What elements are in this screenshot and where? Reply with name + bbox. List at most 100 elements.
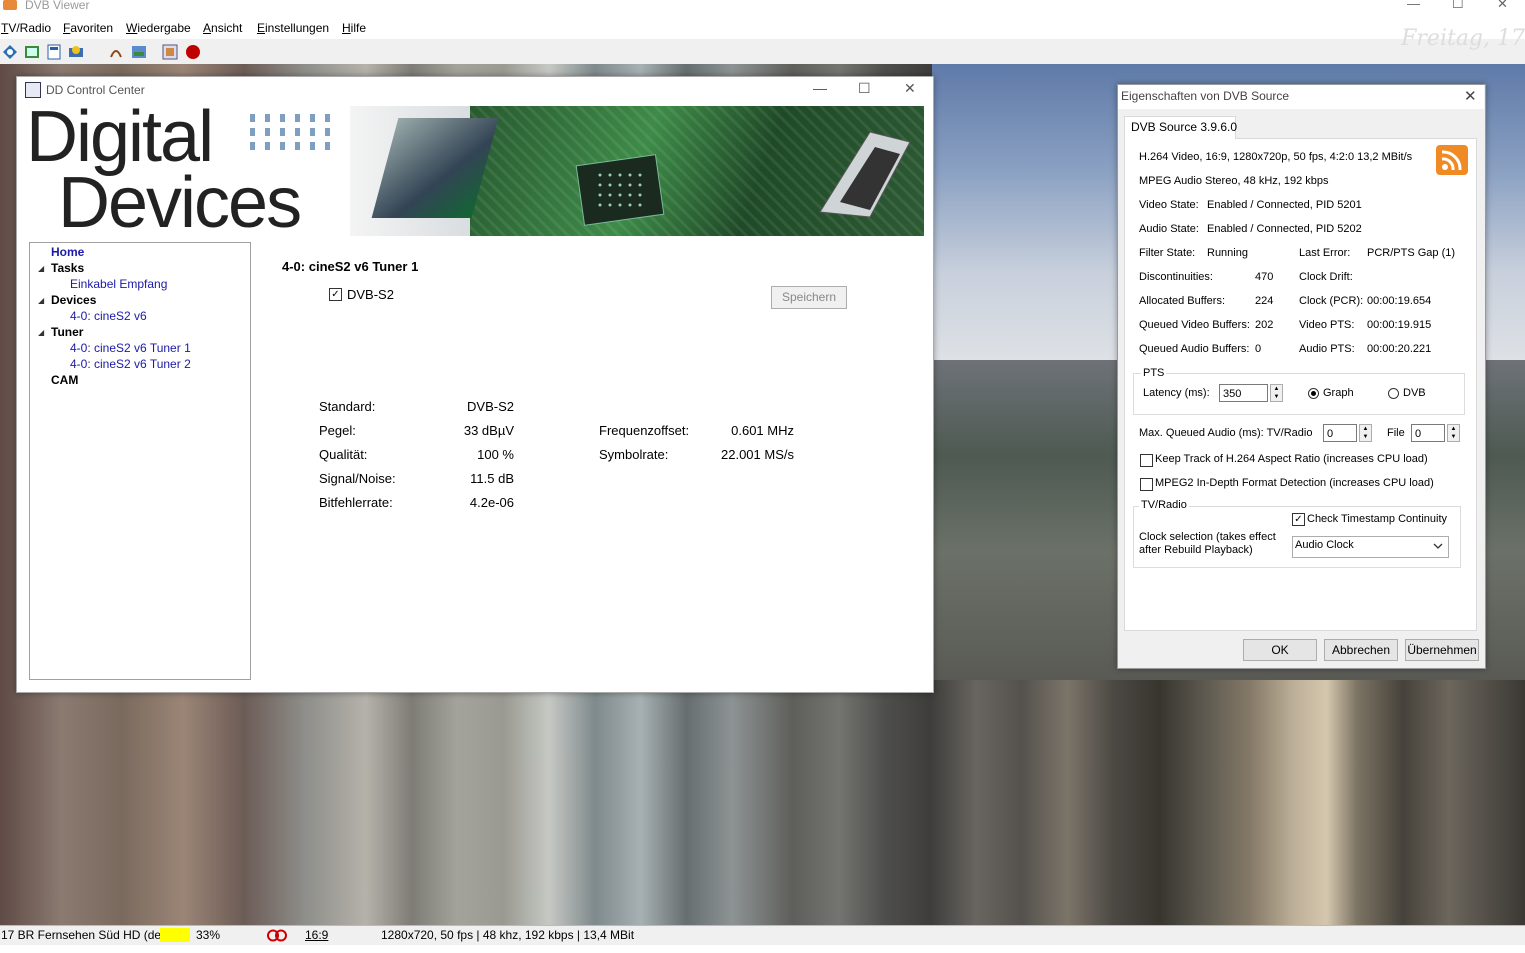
aspect-ratio[interactable]: 16:9 [305,928,328,942]
epg-icon[interactable] [24,44,40,60]
chevron-down-icon [1433,543,1443,549]
minimize-icon[interactable]: — [1407,0,1420,11]
clock-drift-label: Clock Drift: [1299,271,1353,283]
tree-item-einkabel[interactable]: Einkabel Empfang [70,277,167,291]
clock-pcr-value: 00:00:19.654 [1367,295,1432,307]
freq-offset-value: 0.601 MHz [731,423,794,438]
menu-ansicht[interactable]: Ansicht [203,21,242,35]
file-label: File [1387,427,1405,439]
symbolrate-label: Symbolrate: [599,447,669,462]
props-close-icon[interactable]: ✕ [1464,87,1477,105]
expand-tasks-icon[interactable]: ◢ [38,264,44,273]
menu-favoriten[interactable]: Favoriten [63,21,113,35]
discontinuities-label: Discontinuities: [1139,271,1213,283]
apply-button[interactable]: Übernehmen [1405,639,1479,661]
maximize-icon[interactable]: ☐ [1452,0,1464,12]
signal-level-bar [160,928,190,942]
status-bar [0,925,1525,946]
radio-dvb[interactable] [1388,388,1399,399]
media-icon[interactable] [162,44,178,60]
pegel-value: 33 dBµV [463,423,514,438]
queued-video-label: Queued Video Buffers: [1139,319,1250,331]
ber-value: 4.2e-06 [469,495,514,510]
keep-track-label: Keep Track of H.264 Aspect Ratio (increa… [1155,453,1428,465]
expand-tuner-icon[interactable]: ◢ [38,328,44,337]
tree-item-cam[interactable]: CAM [51,373,78,387]
expand-devices-icon[interactable]: ◢ [38,296,44,305]
picture-icon[interactable] [131,44,147,60]
clock-selection-label-1: Clock selection (takes effect [1139,531,1276,543]
props-title: Eigenschaften von DVB Source [1121,89,1290,103]
radio-graph-label: Graph [1323,387,1354,399]
close-icon[interactable]: ✕ [1497,0,1508,12]
osd-icon[interactable] [68,44,84,60]
keep-track-checkbox[interactable] [1140,454,1153,467]
max-queued-audio-input[interactable]: 0 [1323,424,1357,442]
tree-item-devices[interactable]: Devices [51,293,96,307]
audio-pts-label: Audio PTS: [1299,343,1355,355]
navigation-tree [29,242,251,680]
menu-hilfe[interactable]: Hilfe [342,21,366,35]
latency-spinner[interactable]: ▲ ▼ [1270,384,1283,402]
check-timestamp-label: Check Timestamp Continuity [1307,513,1447,525]
video-info: H.264 Video, 16:9, 1280x720p, 50 fps, 4:… [1139,151,1413,163]
check-timestamp-checkbox[interactable]: ✓ [1292,513,1305,526]
snr-label: Signal/Noise: [319,471,396,486]
video-pts-label: Video PTS: [1299,319,1355,331]
mpeg2-detect-label: MPEG2 In-Depth Format Detection (increas… [1155,477,1434,489]
tree-item-device[interactable]: 4-0: cineS2 v6 [70,309,147,323]
mpeg2-detect-checkbox[interactable] [1140,478,1153,491]
symbolrate-value: 22.001 MS/s [721,447,794,462]
app-title: DVB Viewer [25,0,90,12]
menu-tvradio[interactable]: TV/Radio [1,21,51,35]
window-icon[interactable] [46,44,62,60]
cancel-button[interactable]: Abbrechen [1324,639,1398,661]
radio-graph[interactable] [1308,388,1319,399]
max-queued-audio-label: Max. Queued Audio (ms): TV/Radio [1139,427,1313,439]
pegel-label: Pegel: [319,423,356,438]
video-state-value: Enabled / Connected, PID 5201 [1207,199,1362,211]
ddcc-maximize-icon[interactable]: ☐ [858,80,871,97]
ddcc-close-icon[interactable]: ✕ [904,80,916,97]
dvbs2-checkbox[interactable]: ✓ [329,288,342,301]
clock-pcr-label: Clock (PCR): [1299,295,1364,307]
menu-wiedergabe[interactable]: Wiedergabe [126,21,191,35]
latency-input[interactable]: 350 [1219,384,1268,402]
ber-label: Bitfehlerrate: [319,495,393,510]
allocated-buffers-value: 224 [1255,295,1274,307]
save-button[interactable]: Speichern [771,286,847,309]
teletext-icon[interactable] [108,44,124,60]
menu-einstellungen[interactable]: Einstellungen [257,21,329,35]
tree-item-tuner2[interactable]: 4-0: cineS2 v6 Tuner 2 [70,357,191,371]
signal-level-text: 33% [196,928,221,942]
tree-item-tasks[interactable]: Tasks [51,261,84,275]
tree-item-home[interactable]: Home [51,245,84,259]
toolbar [0,39,1525,65]
tuner-heading: 4-0: cineS2 v6 Tuner 1 [282,259,419,274]
card-reader-image [819,131,911,218]
tvradio-group-label: TV/Radio [1139,499,1189,511]
tree-item-tuner[interactable]: Tuner [51,325,83,339]
file-input[interactable]: 0 [1411,424,1445,442]
status-bar-bottom [0,945,1525,953]
clock-selection-label-2: after Rebuild Playback) [1139,544,1253,556]
max-queued-audio-spinner[interactable]: ▲ ▼ [1359,424,1372,442]
channel-list-icon[interactable] [2,44,18,60]
file-spinner[interactable]: ▲ ▼ [1447,424,1460,442]
subtitle-icon[interactable] [265,929,289,942]
stream-info: 1280x720, 50 fps | 48 khz, 192 kbps | 13… [381,928,635,942]
queued-video-value: 202 [1255,319,1274,331]
pts-group-label: PTS [1141,367,1167,379]
ok-button[interactable]: OK [1243,639,1317,661]
radio-dvb-label: DVB [1403,387,1426,399]
record-icon[interactable] [185,44,201,60]
app-titlebar [0,0,1525,17]
logo-devices: Devices [58,163,302,243]
app-icon [3,0,17,10]
video-pts-value: 00:00:19.915 [1367,319,1432,331]
channel-name: 17 BR Fernsehen Süd HD (deu [1,928,168,942]
filter-state-value: Running [1207,247,1248,259]
tree-item-tuner1[interactable]: 4-0: cineS2 v6 Tuner 1 [70,341,191,355]
snr-value: 11.5 dB [470,471,514,486]
ddcc-minimize-icon[interactable]: — [813,80,827,96]
